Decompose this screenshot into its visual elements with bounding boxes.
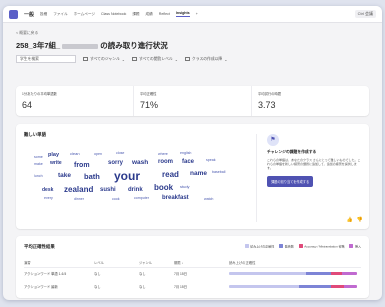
challenge-description: これらの単語は、あなたのクラス さんにとって難しいものでした。これらの単語を新し… — [267, 158, 361, 170]
bar-segment — [341, 271, 357, 276]
bar-segment — [229, 284, 300, 289]
challenge-title: チャレンジの課題を作成する — [267, 150, 317, 154]
accuracy-results-title: 平均正確性結果 — [24, 244, 55, 249]
legend-item: Accuracy / Mistranslation 省略 — [298, 244, 344, 249]
redacted-name — [62, 43, 99, 49]
table-row[interactable]: アクションワード 単語 1-6.5 なし なし 7月 15日 — [24, 271, 361, 276]
stat-attempts: 平均試行の時間 3.73 — [251, 86, 369, 116]
tab-homepage[interactable]: ホームページ — [74, 12, 95, 17]
difficult-word: make — [34, 162, 43, 166]
difficult-word: breakfast — [162, 195, 189, 201]
page-title: 258_3年7組_ の読み取り進行状況 — [16, 41, 168, 50]
challenge-panel: ⚑ チャレンジの課題を作成する これらの単語は、あなたのクラス さんにとって難し… — [256, 134, 362, 222]
difficult-word: cook — [112, 197, 120, 201]
difficult-word: english — [180, 151, 192, 155]
difficult-word: study — [180, 184, 190, 189]
top-bar: 一般 投稿 ファイル ホームページ Class Notebook 課題 成績 R… — [3, 6, 382, 23]
tab-class-notebook[interactable]: Class Notebook — [101, 12, 126, 16]
tab-posts[interactable]: 投稿 — [40, 12, 47, 17]
difficult-word: desk — [42, 187, 54, 193]
calendar-icon — [184, 57, 190, 61]
difficult-word: take — [58, 172, 72, 179]
difficult-word: some — [34, 155, 43, 159]
difficult-word: drink — [128, 187, 143, 193]
accuracy-bar — [229, 271, 357, 276]
level-icon — [131, 57, 137, 61]
word-cloud: some play clean open close where english make wr… — [16, 124, 251, 229]
tab-assignments[interactable]: 課題 — [132, 12, 139, 17]
tab-reflect[interactable]: Reflect — [159, 12, 170, 16]
difficult-word: bath — [84, 172, 100, 181]
difficult-word: your — [114, 169, 141, 183]
difficult-word: sushi — [100, 187, 116, 193]
stat-accuracy: 平均正確性 71% — [133, 86, 251, 116]
difficult-word: book — [154, 183, 174, 192]
legend-item: 挿入 — [349, 244, 361, 249]
difficult-word: write — [50, 160, 62, 166]
difficult-word: sorry — [108, 160, 124, 166]
accuracy-results-card: 平均正確性結果 読み上げの正確性 発音数 Accuracy / Mistrans… — [16, 236, 369, 298]
table-row[interactable]: アクションワード 最新 なし なし 7月 15日 — [24, 284, 361, 289]
tab-files[interactable]: ファイル — [53, 12, 67, 17]
difficult-words-card: 難しい単語 some play clean open close where english… — [16, 124, 369, 229]
difficult-word: every — [44, 196, 53, 200]
feedback-buttons: 👍 👎 — [347, 217, 363, 223]
difficult-word: open — [94, 152, 102, 156]
stat-wpm: 1分あたりの平均単語数 64 — [22, 92, 57, 110]
bar-segment — [305, 271, 332, 276]
difficult-word: zealand — [64, 185, 94, 194]
legend-swatch-3 — [349, 244, 354, 248]
meet-button[interactable]: Ctrl 会議 — [354, 10, 376, 18]
difficult-word: speak — [206, 158, 216, 162]
add-tab-button[interactable]: + — [196, 12, 198, 16]
thumbs-down-icon[interactable]: 👎 — [357, 217, 363, 223]
bar-segment — [331, 284, 345, 289]
bar-segment — [299, 284, 332, 289]
thumbs-up-icon[interactable]: 👍 — [347, 217, 353, 223]
bar-segment — [229, 271, 306, 276]
difficult-word: watch — [204, 197, 214, 201]
bar-segment — [344, 284, 357, 289]
legend-swatch-1 — [279, 244, 284, 248]
difficult-word: name — [190, 170, 207, 177]
student-search-input[interactable]: 学生を検索 — [16, 55, 76, 63]
legend-item: 読み上げの正確性 — [244, 244, 274, 249]
filter-bar: 学生を検索 すべてのジャンル ⌄ すべての閲覧レベル ⌄ クラスの作成以降 ⌄ — [16, 55, 227, 63]
difficult-word: where — [158, 152, 168, 156]
table-header: 演習 レベル ジャンル 期限 ↓ 読み上げの正確性 — [24, 260, 361, 268]
difficult-word: baseball — [212, 170, 226, 174]
difficult-word: computer — [134, 196, 149, 200]
difficult-word: play — [48, 152, 60, 158]
app-window: 一般 投稿 ファイル ホームページ Class Notebook 課題 成績 R… — [3, 6, 382, 300]
back-link[interactable]: < 概要に戻る — [16, 31, 38, 36]
legend-swatch-2 — [298, 244, 303, 248]
challenge-icon: ⚑ — [267, 134, 279, 146]
legend: 読み上げの正確性 発音数 Accuracy / Mistranslation 省… — [244, 244, 361, 249]
legend-swatch-0 — [244, 244, 249, 248]
difficult-word: wash — [132, 159, 149, 166]
difficult-word: from — [74, 162, 90, 169]
difficult-word: clean — [70, 151, 80, 156]
difficult-word: close — [116, 151, 125, 155]
difficult-word: face — [182, 159, 195, 165]
difficult-word: dinner — [74, 197, 84, 201]
difficult-word: room — [158, 159, 173, 165]
summary-stats-card: 1分あたりの平均単語数 64 平均正確性 71% 平均試行の時間 3.73 — [16, 86, 369, 116]
book-icon — [83, 57, 88, 61]
level-filter[interactable]: すべての閲覧レベル ⌄ — [131, 57, 178, 62]
date-filter[interactable]: クラスの作成以降 ⌄ — [184, 57, 227, 62]
tab-grades[interactable]: 成績 — [146, 12, 153, 17]
create-assignment-button[interactable]: 課題の割り当てを作成する — [267, 176, 314, 187]
genre-filter[interactable]: すべてのジャンル ⌄ — [83, 57, 125, 62]
difficult-word: read — [162, 170, 179, 179]
tab-insights[interactable]: Insights — [175, 11, 190, 17]
bar-segment — [331, 271, 342, 276]
teams-app-icon — [9, 9, 18, 19]
legend-item: 発音数 — [279, 244, 294, 249]
channel-title: 一般 — [24, 11, 35, 18]
accuracy-bar — [229, 284, 357, 289]
difficult-word: lunch — [34, 174, 43, 178]
